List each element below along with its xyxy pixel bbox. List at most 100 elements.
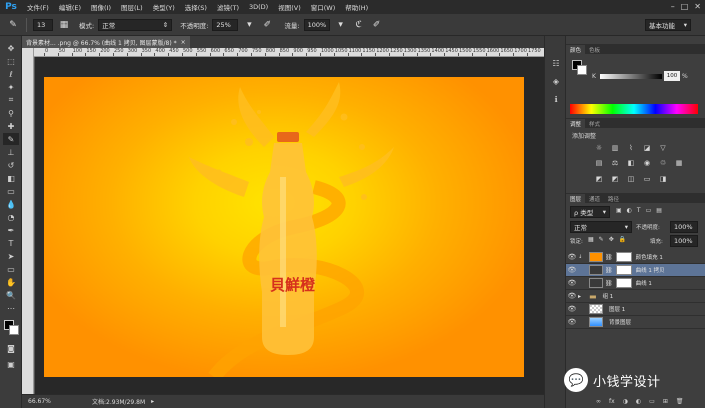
lock-transparency-icon[interactable]: ▦ — [588, 236, 594, 243]
marquee-tool-icon[interactable]: ⬚ — [3, 55, 19, 67]
blur-tool-icon[interactable]: 💧 — [3, 198, 19, 210]
info-panel-icon[interactable]: ℹ — [549, 92, 563, 106]
eye-icon[interactable]: 👁 — [566, 279, 578, 287]
invert-icon[interactable]: ◩ — [594, 175, 604, 183]
eye-icon[interactable]: 👁 — [566, 266, 578, 274]
canvas-area[interactable]: 貝鮮橙 — [35, 57, 544, 394]
tab-styles[interactable]: 样式 — [585, 119, 604, 128]
chain-icon[interactable]: ⛓ — [605, 254, 613, 261]
add-mask-icon[interactable]: ◑ — [623, 398, 628, 405]
layer-row[interactable]: 👁 ⛓ 曲线 1 拷贝 — [566, 264, 705, 277]
quick-mask-icon[interactable]: ◙ — [3, 342, 19, 354]
photo-filter-icon[interactable]: ◉ — [642, 159, 652, 167]
filter-adjust-icon[interactable]: ◐ — [627, 207, 632, 214]
adjustment-layer-icon[interactable]: ◐ — [636, 398, 641, 405]
history-brush-tool-icon[interactable]: ↺ — [3, 159, 19, 171]
close-tab-icon[interactable]: × — [181, 39, 186, 46]
menu-view[interactable]: 视图(V) — [273, 2, 306, 12]
more-tools-icon[interactable]: ⋯ — [3, 302, 19, 314]
layer-row[interactable]: 👁 ↓ ⛓ 颜色填充 1 — [566, 251, 705, 264]
eyedropper-tool-icon[interactable]: ⚲ — [3, 107, 19, 119]
layer-row[interactable]: 👁 ⛓ 曲线 1 — [566, 277, 705, 290]
tab-swatches[interactable]: 色板 — [585, 45, 604, 54]
layer-opacity-input[interactable]: 100% — [670, 221, 698, 233]
menu-layer[interactable]: 图层(L) — [116, 2, 148, 12]
tab-adjustments[interactable]: 调整 — [566, 119, 586, 128]
workspace-select[interactable]: 基本功能 ▾ — [645, 19, 691, 31]
tab-paths[interactable]: 路径 — [604, 194, 623, 203]
menu-filter[interactable]: 滤镜(T) — [212, 2, 244, 12]
pressure-opacity-icon[interactable]: ✐ — [260, 18, 274, 32]
menu-file[interactable]: 文件(F) — [22, 2, 54, 12]
menu-type[interactable]: 类型(Y) — [148, 2, 180, 12]
filter-type-icon[interactable]: T — [637, 207, 641, 214]
levels-icon[interactable]: ▥ — [610, 144, 620, 152]
quick-select-tool-icon[interactable]: ✦ — [3, 81, 19, 93]
screen-mode-icon[interactable]: ▣ — [3, 358, 19, 370]
airbrush-icon[interactable]: ℭ — [352, 18, 366, 32]
filter-pixel-icon[interactable]: ▣ — [616, 207, 622, 214]
tab-color[interactable]: 颜色 — [566, 45, 586, 54]
pressure-size-icon[interactable]: ✐ — [370, 18, 384, 32]
color-lookup-icon[interactable]: ▦ — [674, 159, 684, 167]
chain-icon[interactable]: ⛓ — [605, 280, 613, 287]
artboard[interactable]: 貝鮮橙 — [44, 77, 524, 377]
brush-panel-icon[interactable]: ▦ — [57, 18, 71, 32]
delete-layer-icon[interactable]: 🗑 — [676, 398, 684, 405]
eye-icon[interactable]: 👁 — [566, 292, 578, 300]
layer-filter-select[interactable]: ρ 类型 ▾ — [570, 206, 610, 218]
shape-tool-icon[interactable]: ▭ — [3, 263, 19, 275]
gradient-map-icon[interactable]: ▭ — [642, 175, 652, 183]
properties-panel-icon[interactable]: ◈ — [549, 74, 563, 88]
layer-mask-thumbnail[interactable] — [615, 265, 632, 275]
color-balance-icon[interactable]: ⚖ — [610, 159, 620, 167]
black-white-icon[interactable]: ◧ — [626, 159, 636, 167]
brightness-icon[interactable]: ☼ — [594, 144, 604, 152]
layer-row[interactable]: 👁 背景图层 — [566, 316, 705, 329]
dodge-tool-icon[interactable]: ◔ — [3, 211, 19, 223]
lock-paint-icon[interactable]: ✎ — [599, 236, 604, 243]
expand-arrow-icon[interactable]: ▸ — [578, 293, 586, 300]
exposure-icon[interactable]: ◪ — [642, 144, 652, 152]
color-background-swatch[interactable] — [577, 65, 587, 75]
opacity-dropdown-icon[interactable]: ▾ — [242, 18, 256, 32]
fill-input[interactable]: 100% — [670, 235, 698, 247]
menu-edit[interactable]: 编辑(E) — [54, 2, 86, 12]
hand-tool-icon[interactable]: ✋ — [3, 276, 19, 288]
move-tool-icon[interactable]: ✥ — [3, 42, 19, 54]
lasso-tool-icon[interactable]: ℓ — [3, 68, 19, 80]
tab-layers[interactable]: 图层 — [566, 194, 586, 203]
menu-help[interactable]: 帮助(H) — [340, 2, 373, 12]
posterize-icon[interactable]: ◩ — [610, 175, 620, 183]
k-value-input[interactable]: 100 — [664, 71, 680, 81]
menu-window[interactable]: 窗口(W) — [306, 2, 341, 12]
path-select-tool-icon[interactable]: ➤ — [3, 250, 19, 262]
pen-tool-icon[interactable]: ✒ — [3, 224, 19, 236]
clone-stamp-tool-icon[interactable]: ⊥ — [3, 146, 19, 158]
layer-row[interactable]: 👁 图层 1 — [566, 303, 705, 316]
layer-mask-thumbnail[interactable] — [615, 252, 632, 262]
color-spectrum-bar[interactable] — [570, 104, 698, 114]
hue-saturation-icon[interactable]: ▤ — [594, 159, 604, 167]
chain-icon[interactable]: ⛓ — [605, 267, 613, 274]
menu-3d[interactable]: 3D(D) — [244, 3, 273, 11]
vibrance-icon[interactable]: ▽ — [658, 144, 668, 152]
new-layer-icon[interactable]: ⊞ — [663, 398, 668, 405]
filter-smart-icon[interactable]: ▤ — [656, 207, 662, 214]
brush-tool-icon[interactable]: ✎ — [6, 18, 20, 32]
eye-icon[interactable]: 👁 — [566, 318, 578, 326]
menu-image[interactable]: 图像(I) — [86, 2, 116, 12]
minimize-icon[interactable]: – — [671, 2, 675, 11]
eye-icon[interactable]: 👁 — [566, 253, 578, 261]
flow-input[interactable]: 100% — [303, 18, 330, 31]
selective-color-icon[interactable]: ◨ — [658, 175, 668, 183]
layer-row[interactable]: 👁 ▸ ▬ 组 1 — [566, 290, 705, 303]
layer-mask-thumbnail[interactable] — [615, 278, 632, 288]
zoom-level[interactable]: 66.67% — [22, 398, 62, 405]
channel-mixer-icon[interactable]: ♲ — [658, 159, 668, 167]
background-color-swatch[interactable] — [9, 325, 19, 335]
gradient-tool-icon[interactable]: ▭ — [3, 185, 19, 197]
menu-select[interactable]: 选择(S) — [180, 2, 212, 12]
type-tool-icon[interactable]: T — [3, 237, 19, 249]
opacity-input[interactable]: 25% — [212, 18, 239, 31]
